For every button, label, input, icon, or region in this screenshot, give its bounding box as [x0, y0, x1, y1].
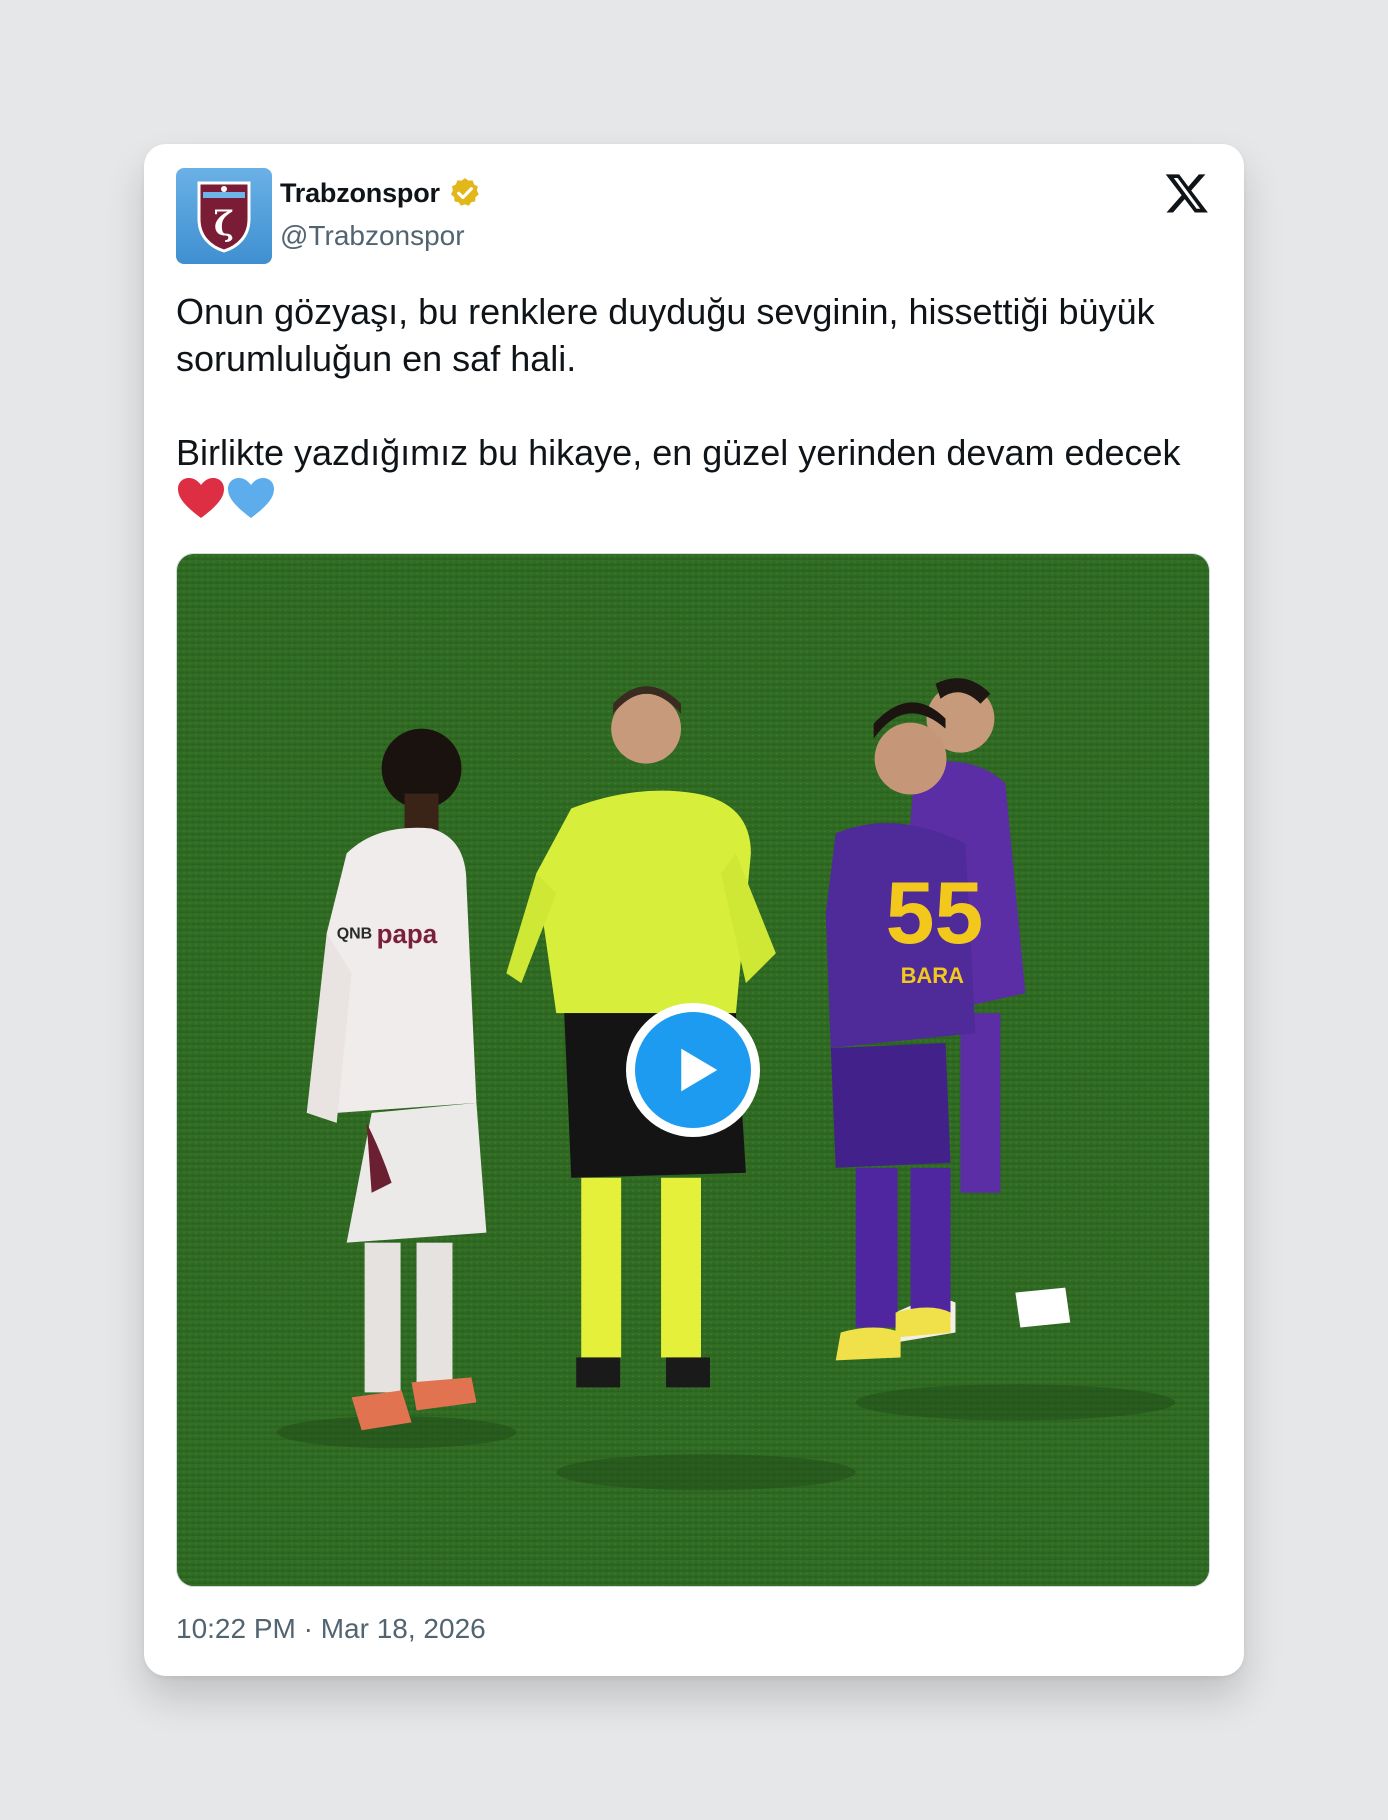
play-button[interactable]: [626, 1003, 760, 1137]
red-heart-icon: [176, 476, 226, 520]
x-logo-icon[interactable]: [1164, 170, 1210, 216]
trabzonspor-crest-icon: ζ: [197, 181, 251, 253]
verified-badge-icon: [448, 176, 482, 210]
svg-text:QNB: QNB: [337, 925, 372, 942]
timestamp-link[interactable]: 10:22 PM · Mar 18, 2026: [176, 1613, 486, 1644]
tweet-card: ζ Trabzonspor @Trabzonspor Onun gözyaşı,…: [144, 144, 1244, 1676]
video-player[interactable]: papa QNB 55 BARA: [176, 553, 1210, 1587]
play-icon: [681, 1048, 718, 1092]
avatar[interactable]: ζ: [176, 168, 272, 264]
tweet-paragraph-2-text: Birlikte yazdığımız bu hikaye, en güzel …: [176, 432, 1181, 473]
blue-heart-icon: [226, 476, 276, 520]
tweet-timestamp[interactable]: 10:22 PM · Mar 18, 2026: [176, 1613, 486, 1645]
name-row: Trabzonspor: [280, 176, 482, 210]
svg-text:ζ: ζ: [214, 204, 234, 244]
tweet-paragraph-2: Birlikte yazdığımız bu hikaye, en güzel …: [176, 429, 1186, 525]
svg-text:BARA: BARA: [901, 963, 965, 988]
display-name[interactable]: Trabzonspor: [280, 178, 440, 209]
account-handle[interactable]: @Trabzonspor: [280, 220, 465, 252]
play-button-inner: [635, 1012, 751, 1128]
tweet-text: Onun gözyaşı, bu renklere duyduğu sevgin…: [176, 288, 1186, 525]
svg-text:55: 55: [886, 863, 984, 962]
tweet-paragraph-1: Onun gözyaşı, bu renklere duyduğu sevgin…: [176, 291, 1155, 379]
svg-text:papa: papa: [377, 921, 438, 949]
